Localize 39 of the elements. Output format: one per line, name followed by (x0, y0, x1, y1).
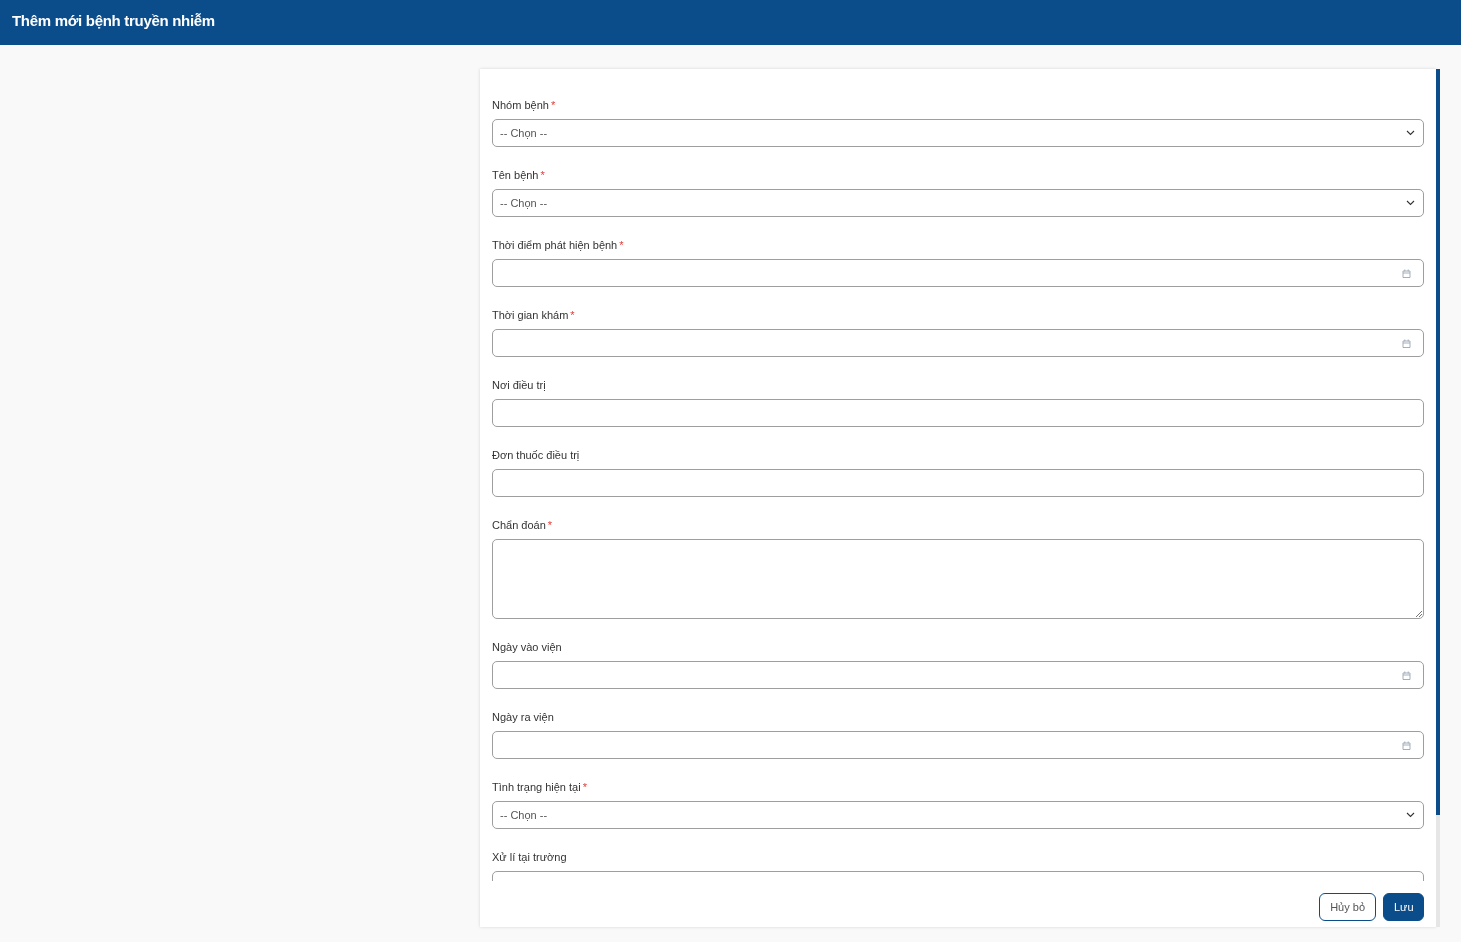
cancel-button[interactable]: Hủy bỏ (1319, 893, 1376, 921)
calendar-icon[interactable] (1402, 268, 1411, 278)
chevron-down-icon (1406, 130, 1415, 136)
field-label: Ngày ra viện (492, 710, 554, 723)
date-field[interactable] (492, 661, 1424, 689)
field-label: Thời gian khám (492, 308, 569, 321)
field-label: Nơi điều trị (492, 378, 546, 391)
scrollbar[interactable] (1436, 69, 1440, 927)
field-label: Chẩn đoán (492, 518, 546, 531)
calendar-icon[interactable] (1402, 670, 1411, 680)
field-label: Nhóm bệnh (492, 98, 549, 111)
field-label: Ngày vào viện (492, 640, 562, 653)
select-field[interactable]: -- Chọn -- (492, 801, 1424, 829)
field-label: Tên bệnh (492, 168, 539, 181)
page-title: Thêm mới bệnh truyền nhiễm (12, 12, 215, 29)
field-label: Đơn thuốc điều trị (492, 448, 580, 461)
required-mark: * (619, 238, 624, 251)
text-field[interactable] (492, 469, 1424, 497)
calendar-icon[interactable] (1402, 740, 1411, 750)
save-button[interactable]: Lưu (1383, 893, 1424, 921)
required-mark: * (582, 780, 587, 793)
field-label: Xử lí tại trường (492, 850, 567, 863)
chevron-down-icon (1406, 200, 1415, 206)
text-area[interactable] (492, 539, 1424, 619)
required-mark: * (550, 98, 556, 111)
field-label: Thời điểm phát hiện bệnh (492, 238, 618, 251)
required-mark: * (547, 518, 553, 531)
date-field[interactable] (492, 731, 1424, 759)
required-mark: * (570, 308, 575, 321)
date-field[interactable] (492, 259, 1424, 287)
required-mark: * (540, 168, 545, 181)
date-field[interactable] (492, 329, 1424, 357)
field-label: Tình trạng hiện tại (492, 780, 581, 793)
select-field[interactable]: -- Chọn -- (492, 189, 1424, 217)
resize-handle-icon[interactable] (1415, 610, 1422, 617)
calendar-icon[interactable] (1402, 338, 1411, 348)
text-field[interactable] (492, 399, 1424, 427)
chevron-down-icon (1406, 812, 1415, 818)
select-field[interactable]: -- Chọn -- (492, 119, 1424, 147)
